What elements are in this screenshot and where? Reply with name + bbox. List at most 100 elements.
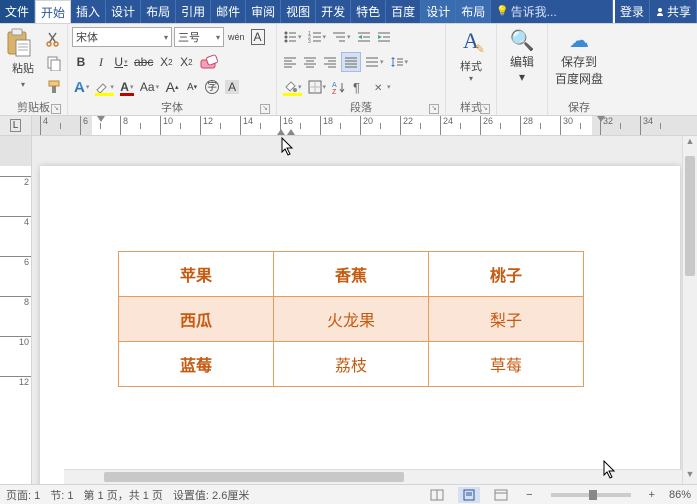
ruler-vertical[interactable]: 24681012 (0, 136, 32, 484)
menu-tabs: 文件 开始 插入 设计 布局 引用 邮件 审阅 视图 开发 特色 百度 设计 布… (0, 0, 697, 24)
tab-home[interactable]: 开始 (35, 0, 71, 23)
borders-button[interactable]: ▾ (306, 77, 329, 97)
view-web-button[interactable] (490, 487, 512, 503)
tab-special[interactable]: 特色 (351, 0, 386, 23)
scrollbar-h-thumb[interactable] (104, 472, 404, 482)
clear-formatting-button[interactable] (197, 52, 221, 72)
scroll-up-button[interactable]: ▲ (683, 136, 697, 151)
table-row[interactable]: 蓝莓 荔枝 草莓 (119, 342, 584, 387)
grow-font-button[interactable]: A▴ (163, 77, 181, 97)
phonetic-guide-button[interactable]: wén (226, 27, 247, 47)
align-right-button[interactable] (321, 52, 339, 72)
table-cell[interactable]: 蓝莓 (119, 342, 274, 387)
decrease-indent-button[interactable] (355, 27, 373, 47)
table-cell[interactable]: 西瓜 (119, 297, 274, 342)
tab-baidu[interactable]: 百度 (386, 0, 421, 23)
align-justify-button[interactable] (341, 52, 361, 72)
table-cell[interactable]: 苹果 (119, 252, 274, 297)
scrollbar-v-thumb[interactable] (685, 156, 695, 276)
tab-design[interactable]: 设计 (106, 0, 141, 23)
table-cell[interactable]: 火龙果 (274, 297, 429, 342)
share-button[interactable]: 共享 (650, 0, 697, 23)
font-size-combo[interactable]: 三号▾ (174, 27, 224, 47)
enclose-char-button[interactable]: 字 (203, 77, 221, 97)
svg-text:¶: ¶ (353, 80, 360, 94)
change-case-button[interactable]: Aa▾ (138, 77, 161, 97)
tab-file[interactable]: 文件 (0, 0, 35, 23)
tab-view[interactable]: 视图 (281, 0, 316, 23)
save-to-baidu-button[interactable]: ☁ 保存到 百度网盘 (552, 26, 606, 99)
font-color-button[interactable]: A▾ (118, 77, 136, 97)
char-shading-button[interactable]: A (223, 77, 241, 97)
status-pages[interactable]: 第 1 页，共 1 页 (83, 487, 162, 503)
tab-layout[interactable]: 布局 (141, 0, 176, 23)
align-distribute-button[interactable]: ▾ (363, 52, 386, 72)
status-page[interactable]: 页面: 1 (6, 487, 40, 503)
paste-button[interactable]: 粘贴 (4, 28, 42, 90)
sort-button[interactable]: AZ (330, 77, 348, 97)
shading-button[interactable]: ▾ (281, 77, 304, 97)
tab-table-design[interactable]: 设计 (421, 0, 456, 23)
tab-insert[interactable]: 插入 (71, 0, 106, 23)
zoom-level[interactable]: 86% (669, 489, 691, 501)
zoom-out-button[interactable]: − (522, 489, 536, 501)
format-painter-button[interactable] (42, 76, 66, 98)
tab-selector[interactable]: L (0, 116, 32, 135)
view-read-button[interactable] (426, 487, 448, 503)
scrollbar-vertical[interactable]: ▲ ▼ (682, 136, 697, 484)
table-row[interactable]: 苹果 香蕉 桃子 (119, 252, 584, 297)
table-cell[interactable]: 香蕉 (274, 252, 429, 297)
char-border-button[interactable]: A (249, 27, 267, 47)
paragraph-launcher[interactable]: ↘ (429, 104, 439, 114)
copy-button[interactable] (42, 52, 66, 74)
tab-review[interactable]: 审阅 (246, 0, 281, 23)
cut-button[interactable] (42, 28, 66, 50)
tab-developer[interactable]: 开发 (316, 0, 351, 23)
table-cell[interactable]: 桃子 (429, 252, 584, 297)
font-launcher[interactable]: ↘ (260, 104, 270, 114)
tab-table-layout[interactable]: 布局 (456, 0, 491, 23)
view-print-button[interactable] (458, 487, 480, 503)
bold-button[interactable]: B (72, 52, 90, 72)
shrink-font-button[interactable]: A▾ (183, 77, 201, 97)
document-table[interactable]: 苹果 香蕉 桃子 西瓜 火龙果 梨子 蓝莓 荔枝 草莓 (118, 251, 584, 387)
zoom-slider-knob[interactable] (589, 490, 597, 500)
align-center-button[interactable] (301, 52, 319, 72)
italic-button[interactable]: I (92, 52, 110, 72)
text-effects-button[interactable]: A▾ (72, 77, 91, 97)
line-spacing-button[interactable]: ▾ (388, 52, 411, 72)
asian-layout-button[interactable]: ✕▾ (370, 77, 393, 97)
multilevel-button[interactable]: ▾ (330, 27, 353, 47)
zoom-in-button[interactable]: + (645, 489, 659, 501)
status-position[interactable]: 设置值: 2.6厘米 (173, 487, 249, 503)
table-cell[interactable]: 荔枝 (274, 342, 429, 387)
table-cell[interactable]: 梨子 (429, 297, 584, 342)
tab-mailings[interactable]: 邮件 (211, 0, 246, 23)
highlight-button[interactable]: ▾ (93, 77, 116, 97)
login-button[interactable]: 登录 (615, 0, 650, 23)
scroll-down-button[interactable]: ▼ (683, 469, 697, 484)
align-left-button[interactable] (281, 52, 299, 72)
styles-button[interactable]: A✎ 样式▾ (450, 26, 492, 99)
tell-me[interactable]: 告诉我... (491, 0, 613, 23)
font-name-combo[interactable]: 宋体▾ (72, 27, 172, 47)
increase-indent-button[interactable] (375, 27, 393, 47)
tab-references[interactable]: 引用 (176, 0, 211, 23)
show-marks-button[interactable]: ¶ (350, 77, 368, 97)
page-viewport[interactable]: 苹果 香蕉 桃子 西瓜 火龙果 梨子 蓝莓 荔枝 草莓 (32, 136, 697, 484)
table-row[interactable]: 西瓜 火龙果 梨子 (119, 297, 584, 342)
status-section[interactable]: 节: 1 (50, 487, 73, 503)
clipboard-launcher[interactable]: ↘ (51, 104, 61, 114)
strikethrough-button[interactable]: abc (132, 52, 155, 72)
subscript-button[interactable]: X2 (157, 52, 175, 72)
ruler-horizontal[interactable]: 46810121416182022242628303234 (32, 116, 697, 135)
underline-button[interactable]: U▾ (112, 52, 130, 72)
zoom-slider[interactable] (551, 493, 631, 497)
edit-button[interactable]: 🔍 编辑▾ (501, 26, 543, 99)
styles-launcher[interactable]: ↘ (480, 104, 490, 114)
table-cell[interactable]: 草莓 (429, 342, 584, 387)
superscript-button[interactable]: X2 (177, 52, 195, 72)
numbering-button[interactable]: 123▾ (306, 27, 329, 47)
scrollbar-horizontal[interactable] (64, 469, 682, 484)
bullets-button[interactable]: ▾ (281, 27, 304, 47)
